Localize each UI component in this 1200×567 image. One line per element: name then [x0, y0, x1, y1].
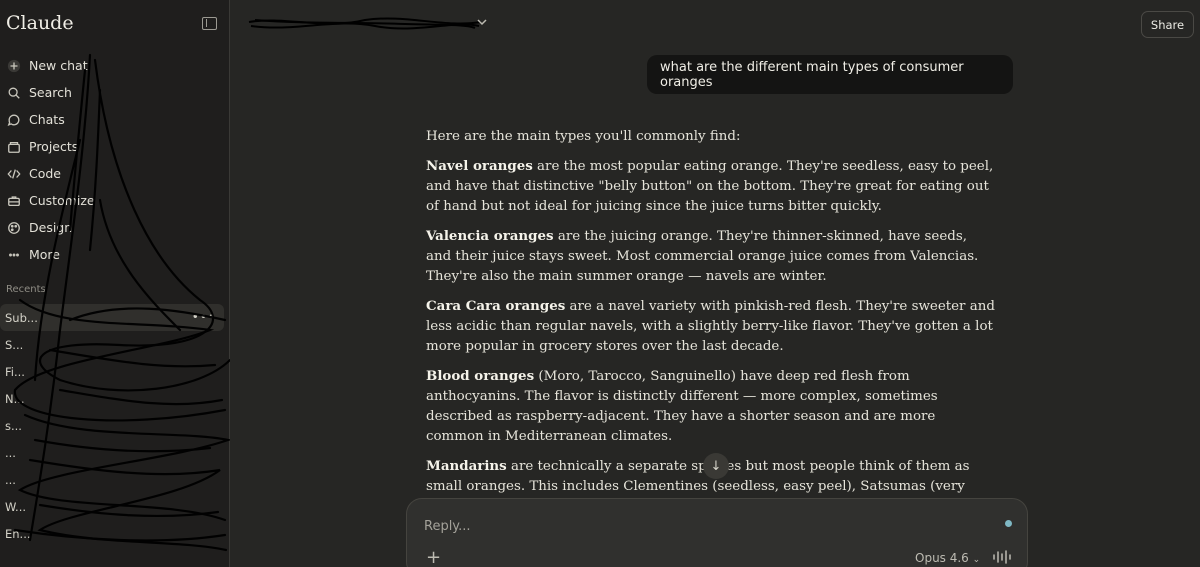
response-intro: Here are the main types you'll commonly … [426, 129, 741, 144]
chevron-down-icon[interactable] [476, 17, 488, 27]
chevron-down-icon: ⌄ [972, 555, 981, 565]
scroll-to-bottom-button[interactable]: ↓ [703, 453, 729, 479]
sidebar-item-projects[interactable]: Projects [0, 133, 230, 160]
sidebar-item-chats[interactable]: Chats [0, 106, 230, 133]
recent-chat-label: Fi... [5, 364, 25, 379]
more-options-icon[interactable]: ••• [192, 310, 216, 324]
sidebar-toggle-icon[interactable] [202, 17, 217, 30]
paragraph-heading: Blood oranges [426, 368, 535, 384]
code-icon [5, 165, 23, 183]
palette-icon [5, 219, 23, 237]
paragraph-heading: Valencia oranges [426, 228, 554, 244]
add-attachment-button[interactable]: + [426, 549, 441, 567]
recent-chat-item[interactable]: ... [0, 439, 230, 466]
recent-chat-item[interactable]: s... [0, 412, 230, 439]
recent-chat-label: ... [5, 472, 16, 487]
recent-chat-item[interactable]: Sub... ••• [0, 304, 224, 331]
recents-list: Sub... ••• S... Fi... N... s... ... ... … [0, 304, 230, 547]
sidebar-nav: New chat Search Chats Projects Code Cust… [0, 52, 230, 268]
sidebar: Claude New chat Search Chats Projects Co… [0, 0, 230, 567]
paragraph-heading: Mandarins [426, 458, 507, 474]
recent-chat-label: N... [5, 391, 25, 406]
reply-composer: + Opus 4.6 ⌄ [406, 498, 1028, 567]
voice-mode-icon[interactable] [992, 550, 1012, 564]
arrow-down-icon: ↓ [710, 458, 722, 474]
nav-label: More [29, 247, 60, 262]
nav-label: New chat [29, 58, 88, 73]
recent-chat-item[interactable]: Fi... [0, 358, 230, 385]
new-chat-button[interactable]: New chat [0, 52, 230, 79]
recent-chat-label: En... [5, 526, 31, 541]
response-paragraph: Valencia oranges are the juicing orange.… [426, 226, 996, 287]
recent-chat-label: ... [5, 445, 16, 460]
sidebar-item-more[interactable]: More [0, 241, 230, 268]
model-name: Opus 4.6 [915, 551, 969, 565]
chat-bubble-icon [5, 111, 23, 129]
nav-label: Design [29, 220, 73, 235]
recent-chat-label: S... [5, 337, 24, 352]
nav-label: Projects [29, 139, 79, 154]
more-icon [5, 246, 23, 264]
recent-chat-item[interactable]: W... [0, 493, 230, 520]
sidebar-item-customize[interactable]: Customize [0, 187, 230, 214]
recent-chat-item[interactable]: N... [0, 385, 230, 412]
search-icon [5, 84, 23, 102]
paragraph-heading: Cara Cara oranges [426, 298, 566, 314]
briefcase-icon [5, 192, 23, 210]
share-button[interactable]: Share [1141, 11, 1194, 38]
recent-chat-label: s... [5, 418, 22, 433]
recents-heading: Recents [6, 284, 46, 295]
recent-chat-item[interactable]: S... [0, 331, 230, 358]
reply-input[interactable] [424, 516, 984, 536]
conversation-header: Share [231, 0, 1200, 50]
recent-chat-item[interactable]: En... [0, 520, 230, 547]
status-indicator [1005, 520, 1012, 527]
title-redaction-scribble [248, 17, 482, 30]
nav-label: Search [29, 85, 72, 100]
assistant-response: Here are the main types you'll commonly … [426, 127, 996, 546]
recent-chat-item[interactable]: ... [0, 466, 230, 493]
response-paragraph: Cara Cara oranges are a navel variety wi… [426, 296, 996, 357]
recent-chat-label: Sub... [5, 310, 38, 325]
sidebar-item-code[interactable]: Code [0, 160, 230, 187]
response-paragraph: Navel oranges are the most popular eatin… [426, 156, 996, 217]
paragraph-heading: Navel oranges [426, 158, 533, 174]
response-paragraph: Blood oranges (Moro, Tarocco, Sanguinell… [426, 366, 996, 447]
recent-chat-label: W... [5, 499, 27, 514]
sidebar-item-search[interactable]: Search [0, 79, 230, 106]
sidebar-item-design[interactable]: Design [0, 214, 230, 241]
folder-icon [5, 138, 23, 156]
brand-logo[interactable]: Claude [6, 12, 74, 34]
nav-label: Customize [29, 193, 95, 208]
nav-label: Chats [29, 112, 65, 127]
model-selector[interactable]: Opus 4.6 ⌄ [915, 551, 980, 565]
nav-label: Code [29, 166, 62, 181]
user-message: what are the different main types of con… [647, 55, 1013, 94]
plus-icon [5, 57, 23, 75]
